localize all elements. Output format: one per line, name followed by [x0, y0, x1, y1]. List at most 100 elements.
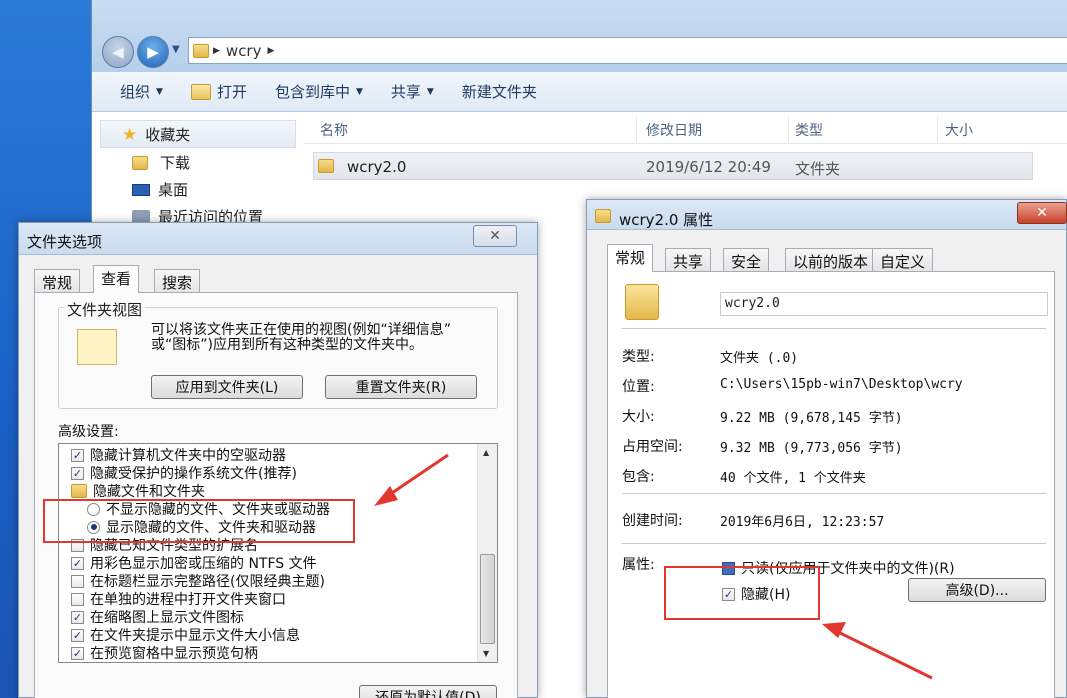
- checkmark-icon: ✓: [71, 466, 84, 480]
- checkmark-icon: ✓: [71, 646, 84, 660]
- chevron-right-icon[interactable]: ▶: [267, 46, 274, 56]
- tab-customize[interactable]: 自定义: [872, 248, 934, 272]
- file-row[interactable]: wcry2.0 2019/6/12 20:49 文件夹: [313, 152, 1033, 180]
- column-type[interactable]: 类型: [795, 120, 823, 140]
- back-button[interactable]: ◀: [102, 36, 134, 68]
- nav-label: 收藏夹: [145, 126, 191, 144]
- apply-to-folders-button[interactable]: 应用到文件夹(L): [151, 375, 303, 399]
- scroll-thumb[interactable]: [480, 554, 495, 644]
- advanced-setting-label: 在标题栏显示完整路径(仅限经典主题): [90, 574, 325, 590]
- organize-button[interactable]: 组织 ▼: [120, 81, 163, 102]
- organize-label: 组织: [120, 83, 151, 101]
- tab-previous-versions[interactable]: 以前的版本: [785, 248, 877, 272]
- checkbox-icon: [71, 592, 84, 606]
- desktop-icon: [132, 183, 150, 196]
- advanced-setting-label: 隐藏文件和文件夹: [93, 484, 205, 500]
- open-label: 打开: [216, 83, 247, 101]
- file-name: wcry2.0: [347, 158, 407, 176]
- tab-general[interactable]: 常规: [607, 244, 654, 272]
- folder-icon: [318, 159, 334, 173]
- advanced-setting-item[interactable]: 隐藏文件和文件夹: [71, 482, 205, 500]
- tab-general[interactable]: 常规: [34, 269, 81, 293]
- folder-icon: [595, 209, 611, 223]
- close-button[interactable]: ✕: [473, 225, 517, 247]
- folder-options-dialog: 文件夹选项 ✕ 常规 查看 搜索 文件夹视图 可以将该文件夹正在使用的视图(例如…: [18, 222, 538, 698]
- property-value: 9.32 MB (9,773,056 字节): [720, 441, 903, 456]
- advanced-setting-label: 隐藏计算机文件夹中的空驱动器: [90, 448, 286, 464]
- new-folder-button[interactable]: 新建文件夹: [462, 81, 537, 102]
- advanced-setting-item[interactable]: ✓ 在文件夹提示中显示文件大小信息: [71, 626, 300, 644]
- nav-label: 桌面: [158, 181, 189, 199]
- property-label: 类型:: [622, 349, 655, 365]
- created-label: 创建时间:: [622, 513, 683, 529]
- folder-name-input[interactable]: wcry2.0: [720, 292, 1048, 316]
- advanced-setting-item[interactable]: ✓ 隐藏计算机文件夹中的空驱动器: [71, 446, 286, 464]
- include-in-library-button[interactable]: 包含到库中 ▼: [275, 81, 363, 102]
- property-label: 位置:: [622, 379, 655, 395]
- arrow-right-icon: ▶: [147, 43, 159, 61]
- property-label: 大小:: [622, 409, 655, 425]
- restore-defaults-button[interactable]: 还原为默认值(D): [359, 685, 497, 698]
- address-bar[interactable]: ▶ wcry ▶: [188, 37, 1067, 64]
- file-type: 文件夹: [795, 160, 841, 178]
- advanced-button[interactable]: 高级(D)...: [908, 578, 1046, 602]
- property-value: 40 个文件, 1 个文件夹: [720, 471, 866, 486]
- column-size[interactable]: 大小: [945, 120, 973, 140]
- advanced-settings-label: 高级设置:: [58, 424, 119, 440]
- advanced-setting-item[interactable]: ✓ 在缩略图上显示文件图标: [71, 608, 244, 626]
- advanced-setting-label: 在预览窗格中显示预览句柄: [90, 646, 258, 662]
- advanced-setting-label: 用彩色显示加密或压缩的 NTFS 文件: [90, 556, 317, 572]
- advanced-setting-item[interactable]: ✓ 隐藏受保护的操作系统文件(推荐): [71, 464, 297, 482]
- breadcrumb-wcry[interactable]: wcry: [226, 42, 262, 60]
- open-folder-icon: [190, 83, 211, 100]
- tab-search[interactable]: 搜索: [154, 269, 201, 293]
- nav-item-favorites[interactable]: ★ 收藏夹: [122, 124, 190, 145]
- view-tab-panel: 文件夹视图 可以将该文件夹正在使用的视图(例如“详细信息” 或“图标”)应用到所…: [34, 292, 518, 698]
- close-button[interactable]: ✕: [1017, 202, 1067, 224]
- column-name[interactable]: 名称: [320, 120, 348, 140]
- checkmark-icon: ✓: [71, 610, 84, 624]
- share-button[interactable]: 共享 ▼: [391, 81, 434, 102]
- folder-large-icon: [625, 284, 659, 320]
- download-folder-icon: [132, 155, 148, 170]
- advanced-setting-item[interactable]: 在单独的进程中打开文件夹窗口: [71, 590, 286, 608]
- checkbox-icon: [71, 574, 84, 588]
- property-value: 文件夹 (.0): [720, 351, 799, 366]
- checkmark-icon: ✓: [71, 448, 84, 462]
- dialog-title: wcry2.0 属性: [619, 211, 714, 229]
- advanced-setting-label: 在缩略图上显示文件图标: [90, 610, 244, 626]
- nav-item-desktop[interactable]: 桌面: [132, 179, 188, 200]
- chevron-down-icon: ▼: [426, 86, 434, 97]
- scroll-up-icon[interactable]: ▲: [483, 448, 489, 457]
- advanced-setting-item[interactable]: ✓ 在预览窗格中显示预览句柄: [71, 644, 258, 662]
- forward-button[interactable]: ▶: [137, 36, 169, 68]
- property-value: C:\Users\15pb-win7\Desktop\wcry: [720, 377, 963, 392]
- recent-pages-dropdown[interactable]: ▼: [172, 44, 180, 55]
- advanced-setting-label: 在文件夹提示中显示文件大小信息: [90, 628, 300, 644]
- include-label: 包含到库中: [274, 83, 350, 101]
- vertical-scrollbar[interactable]: ▲ ▼: [477, 444, 497, 662]
- nav-item-downloads[interactable]: 下载: [132, 152, 190, 173]
- chevron-right-icon[interactable]: ▶: [213, 46, 220, 56]
- command-bar: 组织 ▼ 打开 包含到库中 ▼ 共享 ▼ 新建文件夹: [92, 72, 1067, 112]
- attributes-label: 属性:: [622, 557, 655, 573]
- annotation-box: [43, 499, 355, 543]
- tab-view[interactable]: 查看: [93, 265, 140, 293]
- property-label: 占用空间:: [622, 439, 683, 455]
- advanced-setting-item[interactable]: 在标题栏显示完整路径(仅限经典主题): [71, 572, 325, 590]
- folder-icon: [193, 43, 209, 58]
- tab-sharing[interactable]: 共享: [665, 248, 712, 272]
- scroll-down-icon[interactable]: ▼: [483, 649, 489, 658]
- tab-security[interactable]: 安全: [723, 248, 770, 272]
- advanced-setting-label: 隐藏受保护的操作系统文件(推荐): [90, 466, 297, 482]
- properties-dialog: wcry2.0 属性 ✕ 常规 共享 安全 以前的版本 自定义 wcry2.0 …: [586, 199, 1067, 698]
- advanced-setting-item[interactable]: ✓ 用彩色显示加密或压缩的 NTFS 文件: [71, 554, 317, 572]
- created-value: 2019年6月6日, 12:23:57: [720, 515, 885, 530]
- column-modified[interactable]: 修改日期: [646, 120, 702, 140]
- open-button[interactable]: 打开: [190, 81, 247, 102]
- close-icon: ✕: [489, 228, 501, 244]
- file-modified: 2019/6/12 20:49: [646, 158, 771, 176]
- checkmark-icon: ✓: [71, 556, 84, 570]
- reset-folders-button[interactable]: 重置文件夹(R): [325, 375, 477, 399]
- new-folder-label: 新建文件夹: [461, 83, 537, 101]
